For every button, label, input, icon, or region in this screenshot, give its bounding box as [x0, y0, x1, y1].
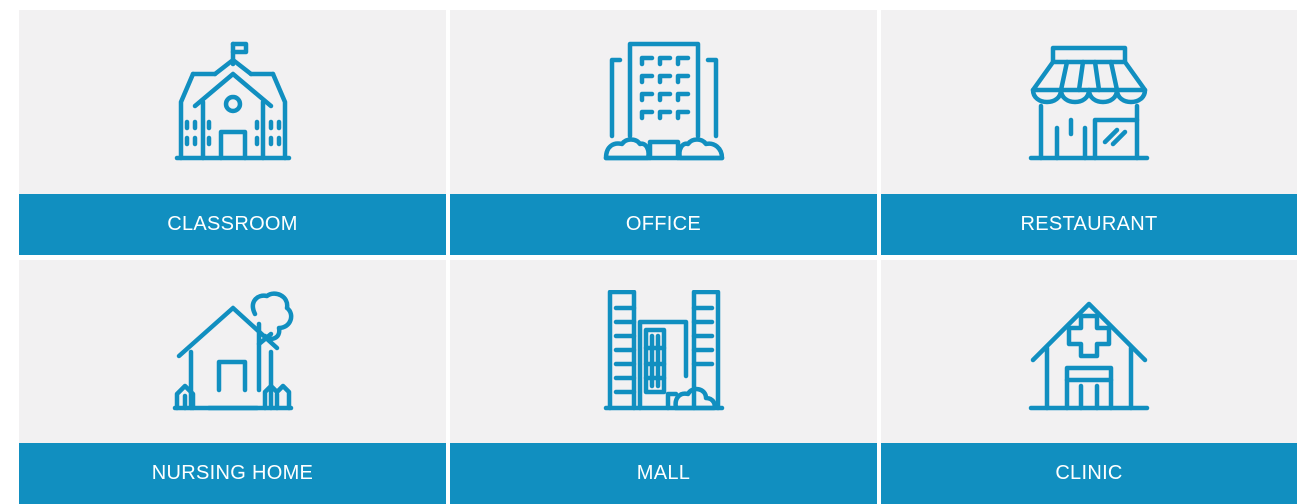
office-building-icon	[603, 41, 724, 161]
card-icon-area	[881, 10, 1297, 194]
card-icon-area	[19, 260, 446, 443]
card-label: OFFICE	[450, 194, 877, 255]
card-classroom[interactable]: CLASSROOM	[19, 10, 446, 255]
storefront-icon	[1028, 45, 1150, 161]
card-label: CLINIC	[881, 443, 1297, 504]
card-icon-area	[881, 260, 1297, 443]
card-icon-area	[450, 260, 877, 443]
card-mall[interactable]: MALL	[450, 260, 877, 504]
card-label: NURSING HOME	[19, 443, 446, 504]
card-label: MALL	[450, 443, 877, 504]
card-restaurant[interactable]: RESTAURANT	[881, 10, 1297, 255]
card-icon-area	[19, 10, 446, 194]
medical-clinic-icon	[1028, 301, 1150, 410]
mall-buildings-icon	[603, 289, 724, 410]
card-clinic[interactable]: CLINIC	[881, 260, 1297, 504]
card-label: RESTAURANT	[881, 194, 1297, 255]
card-icon-area	[450, 10, 877, 194]
venue-grid: CLASSROOM OFFICE RESTAURANT NURSING HOME…	[19, 10, 1297, 504]
house-with-tree-icon	[172, 290, 293, 410]
card-office[interactable]: OFFICE	[450, 10, 877, 255]
card-label: CLASSROOM	[19, 194, 446, 255]
school-building-icon	[174, 41, 291, 161]
card-nursing-home[interactable]: NURSING HOME	[19, 260, 446, 504]
